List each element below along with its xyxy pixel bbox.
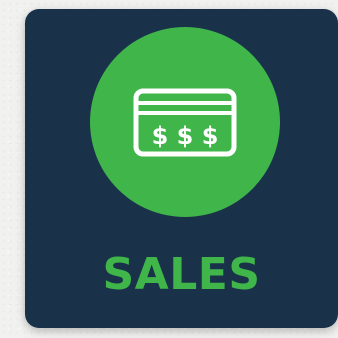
dollar-signs: $ $ $ [152,122,219,150]
icon-circle: $ $ $ [90,27,280,217]
sales-card[interactable]: $ $ $ SALES [25,9,338,328]
credit-card-icon: $ $ $ [133,88,237,157]
card-label: SALES [102,249,261,300]
